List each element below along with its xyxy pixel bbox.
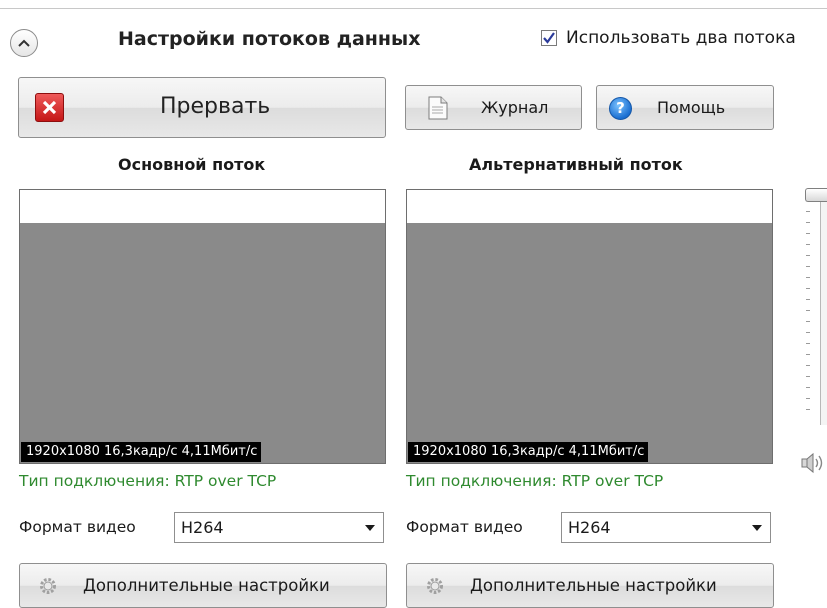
help-button[interactable]: ? Помощь — [596, 85, 774, 130]
log-button[interactable]: Журнал — [405, 85, 582, 130]
volume-slider-ticks — [806, 200, 810, 420]
alternative-stream-title: Альтернативный поток — [469, 155, 683, 174]
abort-button[interactable]: Прервать — [18, 77, 386, 138]
speaker-icon[interactable] — [801, 452, 827, 474]
panel-title: Настройки потоков данных — [118, 28, 421, 50]
dual-stream-checkbox[interactable] — [541, 30, 557, 46]
document-icon — [428, 96, 448, 120]
chevron-up-icon — [18, 39, 30, 47]
primary-stream-title: Основной поток — [118, 155, 266, 174]
help-button-label: Помощь — [657, 98, 726, 117]
primary-stream-info: 1920x1080 16,3кадр/с 4,11Мбит/с — [21, 442, 262, 462]
log-button-label: Журнал — [481, 98, 549, 117]
checkmark-icon — [543, 32, 555, 44]
dual-stream-label[interactable]: Использовать два потока — [566, 28, 796, 48]
primary-video-frame — [20, 223, 385, 463]
alternative-format-value: H264 — [568, 518, 611, 537]
alternative-format-label: Формат видео — [406, 518, 523, 536]
alternative-advanced-settings-label: Дополнительные настройки — [470, 576, 717, 595]
abort-button-label: Прервать — [160, 94, 271, 119]
alternative-connection-type: Тип подключения: RTP over TCP — [406, 472, 664, 490]
alternative-format-select[interactable]: H264 — [561, 512, 771, 543]
primary-format-label: Формат видео — [19, 518, 136, 536]
primary-connection-type: Тип подключения: RTP over TCP — [19, 472, 277, 490]
alternative-video-frame — [407, 223, 772, 463]
collapse-button[interactable] — [10, 29, 38, 57]
stream-settings-panel: Настройки потоков данных Использовать дв… — [0, 0, 827, 608]
volume-slider-track[interactable] — [820, 190, 827, 425]
help-icon: ? — [609, 97, 632, 120]
dropdown-arrow-icon — [752, 525, 762, 531]
primary-advanced-settings-button[interactable]: Дополнительные настройки — [19, 563, 387, 608]
alternative-advanced-settings-button[interactable]: Дополнительные настройки — [406, 563, 774, 608]
panel-top-border — [0, 8, 827, 9]
volume-slider-thumb[interactable] — [805, 188, 827, 202]
primary-format-select[interactable]: H264 — [174, 512, 384, 543]
alternative-stream-preview: 1920x1080 16,3кадр/с 4,11Мбит/с — [406, 189, 773, 464]
dropdown-arrow-icon — [365, 525, 375, 531]
primary-advanced-settings-label: Дополнительные настройки — [83, 576, 330, 595]
close-icon — [35, 93, 64, 122]
alternative-stream-info: 1920x1080 16,3кадр/с 4,11Мбит/с — [408, 442, 649, 462]
primary-stream-preview: 1920x1080 16,3кадр/с 4,11Мбит/с — [19, 189, 386, 464]
gear-icon — [40, 578, 56, 594]
gear-icon — [427, 578, 443, 594]
primary-format-value: H264 — [181, 518, 224, 537]
